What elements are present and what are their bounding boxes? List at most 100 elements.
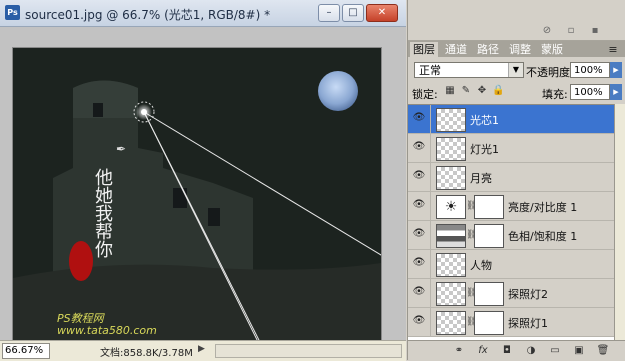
eye-icon[interactable]: 👁: [412, 200, 426, 210]
zoom-field[interactable]: 66.67%: [2, 343, 50, 359]
link-layers-icon[interactable]: ⚭: [452, 345, 466, 357]
tab-layers[interactable]: 图层: [410, 42, 438, 57]
lock-brush-icon[interactable]: ✎: [460, 85, 472, 97]
layer-row[interactable]: 👁 人物: [408, 250, 614, 279]
watermark-line2: www.tata580.com: [57, 324, 157, 337]
layer-row[interactable]: 👁 ⛓ 探照灯2: [408, 279, 614, 308]
layers-bottom-bar: ⚭ fx ◘ ◑ ▭ ▣ 🗑: [408, 340, 625, 361]
chevron-down-icon: ▼: [508, 63, 523, 77]
tab-masks[interactable]: 蒙版: [538, 42, 566, 57]
layers-list: 👁 光芯1 👁 灯光1 👁 月亮 👁 ☀ ⛓ 亮度/对比度 1 👁 ⛓ 色相/饱…: [408, 104, 614, 341]
divider: [430, 105, 431, 133]
layer-name: 色相/饱和度 1: [508, 230, 578, 243]
layer-row[interactable]: 👁 ☀ ⛓ 亮度/对比度 1: [408, 192, 614, 221]
divider: [430, 279, 431, 307]
add-mask-icon[interactable]: ◘: [500, 345, 514, 357]
layer-name: 月亮: [470, 172, 492, 185]
opacity-slider-button[interactable]: ▶: [610, 62, 622, 78]
layer-name: 灯光1: [470, 143, 499, 156]
lock-label: 锁定:: [412, 88, 438, 101]
eye-icon[interactable]: 👁: [412, 113, 426, 123]
eye-icon[interactable]: 👁: [412, 316, 426, 326]
layer-row[interactable]: 👁 ⛓ 探照灯1: [408, 308, 614, 337]
document-title-bar[interactable]: Ps source01.jpg @ 66.7% (光芯1, RGB/8#) * …: [0, 0, 406, 27]
divider: [430, 308, 431, 336]
lock-move-icon[interactable]: ✥: [476, 85, 488, 97]
link-icon: ⛓: [466, 230, 478, 240]
divider: [430, 163, 431, 191]
eye-icon[interactable]: 👁: [412, 229, 426, 239]
layer-mask-thumbnail: [474, 282, 504, 306]
layer-thumbnail: [436, 108, 466, 132]
link-icon: ⛓: [466, 201, 478, 211]
minimize-button[interactable]: –: [318, 4, 340, 22]
fill-field[interactable]: 100%: [570, 84, 610, 100]
calligraphy-text: 他她我帮你: [92, 168, 113, 258]
opacity-label: 不透明度:: [526, 66, 574, 79]
pen-cursor-icon: ✒: [116, 142, 126, 156]
link-icon: ⛓: [466, 317, 478, 327]
fill-label: 填充:: [542, 88, 568, 101]
delete-icon[interactable]: ▪: [590, 26, 600, 36]
layer-mask-thumbnail: [474, 195, 504, 219]
divider: [430, 221, 431, 249]
horizontal-scrollbar[interactable]: [215, 344, 402, 358]
layer-name: 探照灯2: [508, 288, 548, 301]
status-menu-arrow-icon[interactable]: ▶: [198, 344, 205, 354]
layers-panel: ⊘ ▫ ▪ 图层 通道 路径 调整 蒙版 ≡ 正常 ▼ 不透明度: 100% ▶…: [407, 0, 625, 361]
layer-name: 人物: [470, 259, 492, 272]
layer-row[interactable]: 👁 月亮: [408, 163, 614, 192]
trash-icon[interactable]: 🗑: [596, 345, 610, 357]
layer-name: 亮度/对比度 1: [508, 201, 578, 214]
layer-thumbnail: [436, 253, 466, 277]
close-button[interactable]: ✕: [366, 4, 398, 22]
lock-transparent-icon[interactable]: ▦: [444, 85, 456, 97]
photoshop-icon: Ps: [5, 5, 20, 20]
divider: [430, 250, 431, 278]
document-size: 文档:858.8K/3.78M: [100, 348, 193, 359]
layer-thumbnail: [436, 166, 466, 190]
layer-row[interactable]: 👁 灯光1: [408, 134, 614, 163]
divider: [430, 134, 431, 162]
eye-icon[interactable]: 👁: [412, 287, 426, 297]
layer-mask-thumbnail: [474, 311, 504, 335]
layer-row[interactable]: 👁 光芯1: [408, 105, 614, 134]
link-icon: ⛓: [466, 288, 478, 298]
blend-mode-value: 正常: [419, 64, 441, 77]
hue-saturation-adjustment-icon: [436, 224, 466, 248]
panel-top-strip: ⊘ ▫ ▪: [408, 0, 625, 41]
tab-channels[interactable]: 通道: [442, 42, 470, 57]
eye-icon[interactable]: 👁: [412, 171, 426, 181]
panel-menu-icon[interactable]: ≡: [604, 42, 622, 57]
maximize-button[interactable]: □: [342, 4, 364, 22]
brightness-adjustment-icon: ☀: [436, 195, 466, 219]
fx-icon[interactable]: fx: [476, 345, 490, 357]
canvas-area: ✒ 他她我帮你 PS教程网 www.tata580.com: [0, 27, 406, 349]
layer-thumbnail: [436, 137, 466, 161]
blend-mode-select[interactable]: 正常 ▼: [414, 62, 524, 78]
new-icon[interactable]: ▫: [566, 26, 576, 36]
image-canvas[interactable]: ✒ 他她我帮你 PS教程网 www.tata580.com: [12, 47, 382, 349]
new-layer-icon[interactable]: ▣: [572, 345, 586, 357]
tab-adjustments[interactable]: 调整: [506, 42, 534, 57]
adjustment-icon[interactable]: ◑: [524, 345, 538, 357]
lock-all-icon[interactable]: 🔒: [492, 85, 504, 97]
divider: [430, 192, 431, 220]
opacity-field[interactable]: 100%: [570, 62, 610, 78]
tab-paths[interactable]: 路径: [474, 42, 502, 57]
clear-icon[interactable]: ⊘: [542, 26, 552, 36]
fill-slider-button[interactable]: ▶: [610, 84, 622, 100]
panel-tabs: 图层 通道 路径 调整 蒙版 ≡: [408, 41, 625, 57]
eye-icon[interactable]: 👁: [412, 142, 426, 152]
layer-mask-thumbnail: [474, 224, 504, 248]
status-bar: 66.67% 文档:858.8K/3.78M ▶: [0, 340, 406, 361]
eye-icon[interactable]: 👁: [412, 258, 426, 268]
layer-thumbnail: [436, 311, 466, 335]
layer-thumbnail: [436, 282, 466, 306]
layer-name: 探照灯1: [508, 317, 548, 330]
layer-row[interactable]: 👁 ⛓ 色相/饱和度 1: [408, 221, 614, 250]
document-title: source01.jpg @ 66.7% (光芯1, RGB/8#) *: [25, 8, 271, 22]
vertical-scrollbar[interactable]: [614, 104, 625, 340]
moon: [318, 71, 358, 111]
group-icon[interactable]: ▭: [548, 345, 562, 357]
